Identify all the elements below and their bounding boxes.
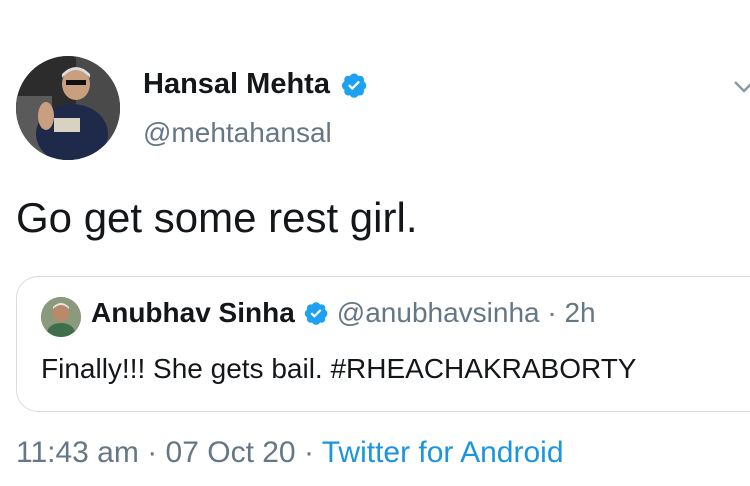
quoted-text: Finally!!! She gets bail. #RHEACHAKRABOR… [41,353,637,384]
meta-separator: · [138,436,166,469]
quoted-handle[interactable]: @anubhavsinha [337,297,540,329]
verified-badge-icon [340,71,368,99]
tweet-time[interactable]: 11:43 am [16,436,139,469]
avatar[interactable] [16,56,120,160]
quoted-tweet-card[interactable]: Anubhav Sinha @anubhavsinha · 2h Finally… [16,276,750,412]
author-display-name[interactable]: Hansal Mehta [143,68,330,101]
quoted-age: 2h [564,297,596,328]
avatar-photo [16,56,120,160]
author-handle[interactable]: @mehtahansal [143,117,332,149]
quoted-avatar [41,297,81,337]
quoted-separator: · [539,297,565,328]
meta-separator: · [295,436,322,469]
verified-badge-icon [303,300,329,326]
author-name-row: Hansal Mehta [143,68,368,101]
tweet-date[interactable]: 07 Oct 20 [166,436,296,469]
tweet-text: Go get some rest girl. [16,194,418,241]
quoted-avatar-photo [41,297,81,337]
tweet-source-link[interactable]: Twitter for Android [322,436,564,469]
chevron-down-icon[interactable] [733,80,750,94]
quoted-header: Anubhav Sinha @anubhavsinha · 2h [91,297,596,329]
tweet-meta: 11:43 am · 07 Oct 20 · Twitter for Andro… [16,436,564,470]
quoted-display-name[interactable]: Anubhav Sinha [91,297,295,329]
